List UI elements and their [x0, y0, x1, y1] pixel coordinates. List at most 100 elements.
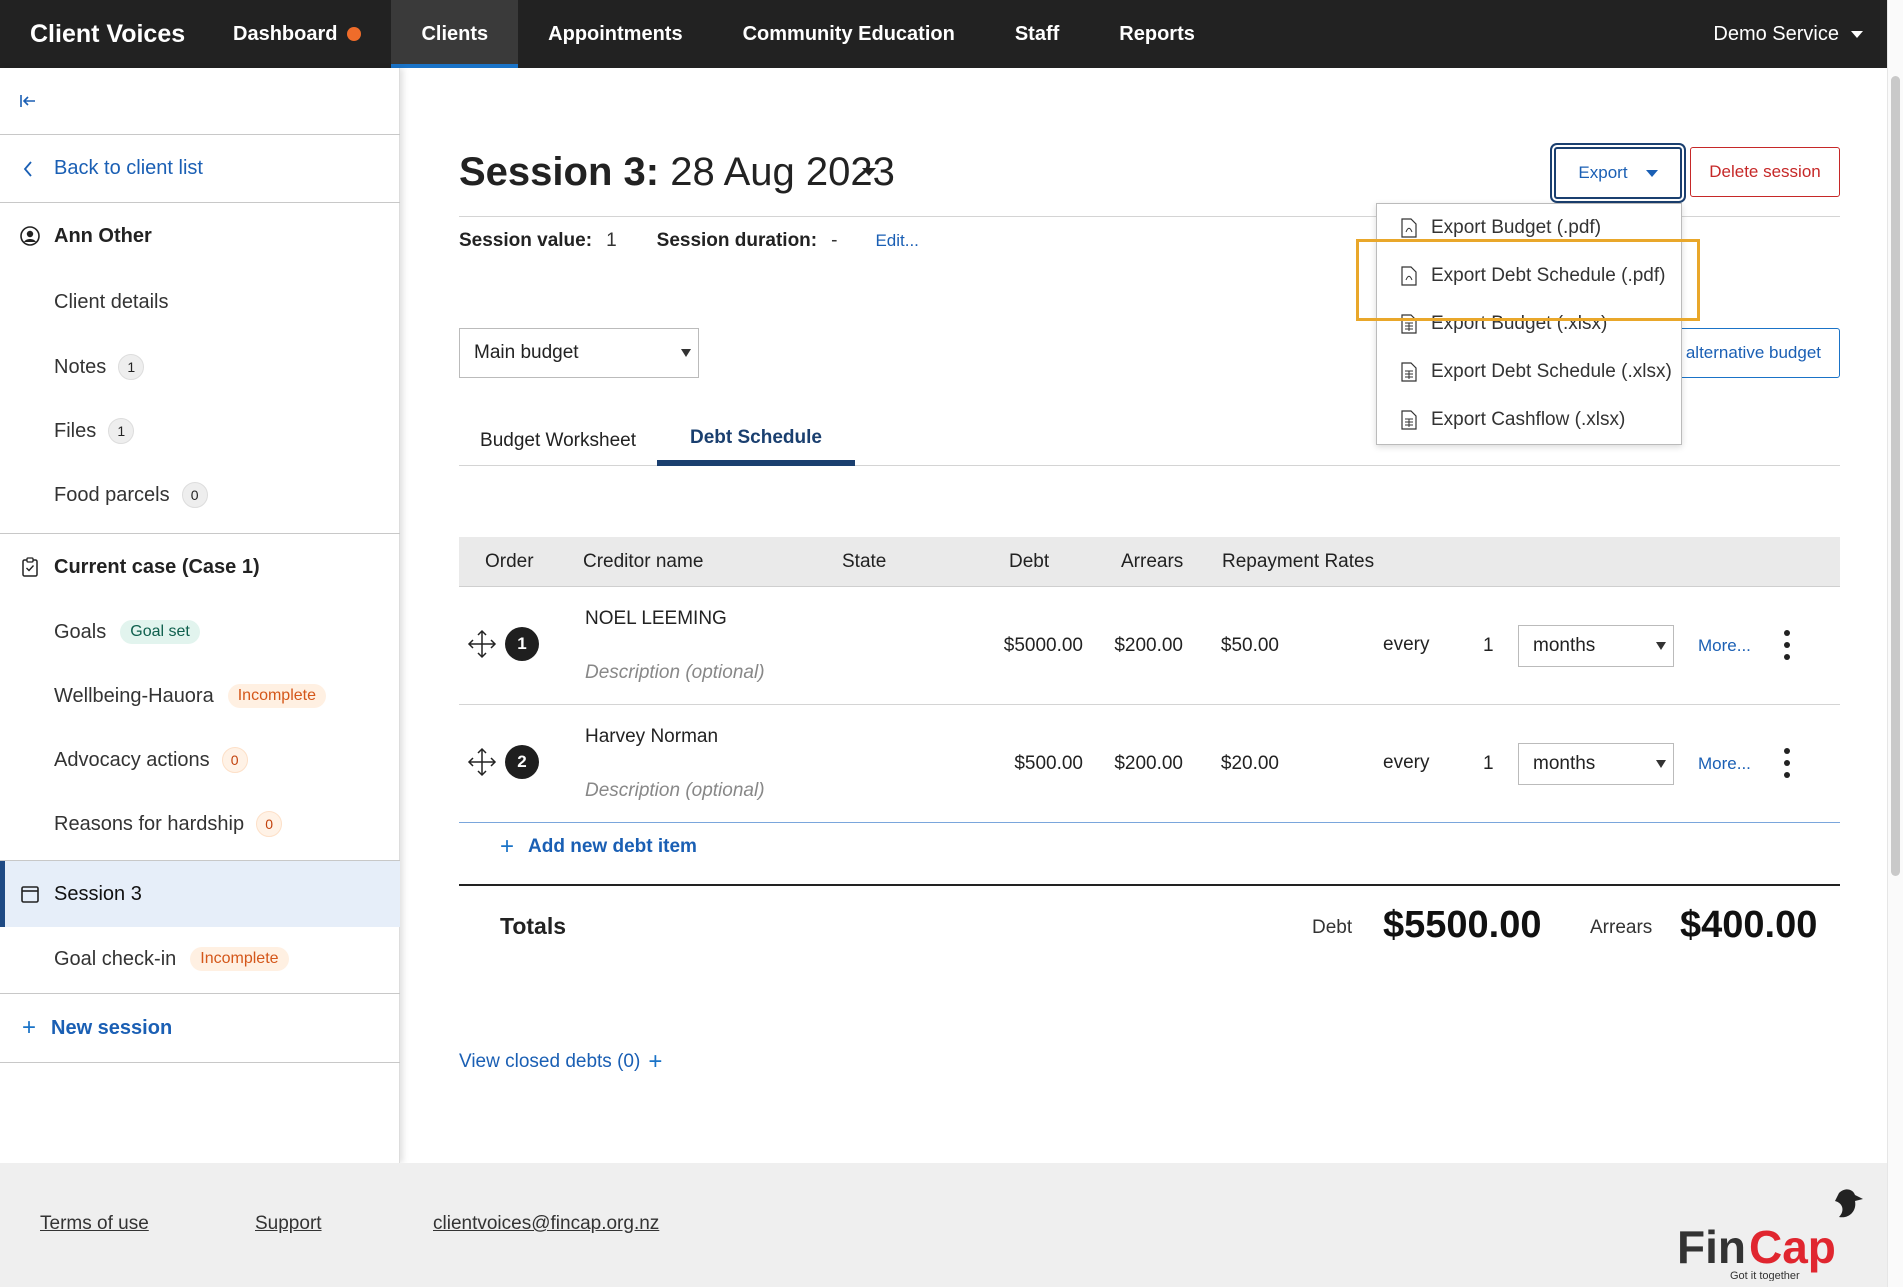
col-arrears: Arrears	[1121, 551, 1184, 572]
current-case-header[interactable]: Current case (Case 1)	[0, 534, 400, 600]
totals-debt-value: $5500.00	[1383, 904, 1542, 946]
frequency-unit-value: months	[1533, 635, 1596, 656]
export-cashflow-xlsx[interactable]: Export Cashflow (.xlsx)	[1377, 396, 1683, 444]
nav-dashboard-label: Dashboard	[233, 22, 338, 45]
frequency-unit-value: months	[1533, 753, 1596, 774]
view-closed-debts-link[interactable]: View closed debts (0) +	[459, 1048, 662, 1076]
food-parcels-count-badge: 0	[181, 482, 208, 508]
page-title: Session 3: 28 Aug 2023	[459, 150, 895, 195]
nav-reports[interactable]: Reports	[1089, 0, 1225, 68]
session-duration: -	[831, 230, 838, 251]
frequency-count[interactable]: 1	[1483, 753, 1494, 775]
arrears-value[interactable]: $200.00	[1099, 635, 1183, 657]
client-header[interactable]: Ann Other	[0, 203, 400, 269]
hardship-count-badge: 0	[256, 811, 283, 837]
new-session-button[interactable]: + New session	[0, 994, 400, 1062]
frequency-count[interactable]: 1	[1483, 635, 1494, 657]
frequency-unit-select[interactable]: months	[1518, 625, 1674, 667]
tab-debt-schedule[interactable]: Debt Schedule	[657, 416, 855, 466]
main-nav: Dashboard Clients Appointments Community…	[203, 0, 1225, 68]
sidebar-item-label: Client details	[54, 290, 169, 313]
drag-handle-icon[interactable]	[467, 629, 497, 659]
nav-dashboard[interactable]: Dashboard	[203, 0, 391, 68]
service-selector[interactable]: Demo Service	[1713, 0, 1863, 68]
email-link[interactable]: clientvoices@fincap.org.nz	[433, 1213, 659, 1235]
creditor-name[interactable]: NOEL LEEMING	[585, 608, 727, 630]
export-button[interactable]: Export	[1552, 145, 1684, 201]
rate-value[interactable]: $50.00	[1199, 635, 1279, 657]
session-date: 28 Aug 2023	[659, 150, 895, 194]
sidebar-item-session-3[interactable]: Session 3	[0, 861, 400, 927]
sidebar-item-label: Wellbeing-Hauora	[54, 684, 214, 707]
sidebar-item-notes[interactable]: Notes 1	[0, 335, 400, 399]
chevron-down-icon	[1851, 30, 1863, 38]
arrears-value[interactable]: $200.00	[1099, 753, 1183, 775]
description-input[interactable]: Description (optional)	[585, 780, 765, 802]
plus-icon: +	[22, 1014, 37, 1041]
svg-text:Got it together: Got it together	[1730, 1270, 1800, 1281]
more-link[interactable]: More...	[1698, 636, 1751, 656]
edit-session-link[interactable]: Edit...	[875, 231, 918, 251]
budget-select[interactable]: Main budget	[459, 328, 699, 378]
nav-appointments-label: Appointments	[548, 22, 683, 45]
collapse-sidebar-button[interactable]	[0, 68, 400, 134]
drag-handle-icon[interactable]	[467, 747, 497, 777]
goals-status-badge: Goal set	[120, 620, 200, 644]
page-scrollbar[interactable]	[1887, 0, 1903, 1287]
more-link[interactable]: More...	[1698, 754, 1751, 774]
sidebar-item-client-details[interactable]: Client details	[0, 269, 400, 335]
support-link[interactable]: Support	[255, 1213, 322, 1235]
nav-appointments[interactable]: Appointments	[518, 0, 712, 68]
nav-staff[interactable]: Staff	[985, 0, 1089, 68]
sidebar-item-wellbeing[interactable]: Wellbeing-Hauora Incomplete	[0, 664, 400, 728]
sidebar-item-advocacy[interactable]: Advocacy actions 0	[0, 728, 400, 792]
sidebar-item-files[interactable]: Files 1	[0, 399, 400, 463]
terms-of-use-link[interactable]: Terms of use	[40, 1213, 149, 1235]
nav-clients-label: Clients	[421, 22, 489, 45]
every-label: every	[1383, 752, 1430, 773]
budget-select-value: Main budget	[474, 342, 579, 363]
tab-budget-worksheet[interactable]: Budget Worksheet	[459, 416, 657, 466]
debt-table-header: Order Creditor name State Debt Arrears R…	[459, 537, 1840, 587]
add-new-debt-item-button[interactable]: + Add new debt item	[500, 833, 697, 861]
export-debt-schedule-xlsx[interactable]: Export Debt Schedule (.xlsx)	[1377, 348, 1683, 396]
notes-count-badge: 1	[118, 354, 145, 380]
col-repayment-rates: Repayment Rates	[1222, 551, 1375, 572]
table-row: 2 Harvey Norman Description (optional) $…	[459, 705, 1840, 823]
nav-community-education[interactable]: Community Education	[713, 0, 985, 68]
session-dropdown-caret-icon[interactable]	[862, 168, 876, 176]
svg-text:Fin: Fin	[1677, 1221, 1746, 1273]
totals-arrears-label: Arrears	[1590, 917, 1653, 938]
frequency-unit-select[interactable]: months	[1518, 743, 1674, 785]
session-duration-label: Session duration:	[656, 230, 818, 251]
sidebar-item-goal-checkin[interactable]: Goal check-in Incomplete	[0, 927, 400, 991]
export-label: Export	[1578, 163, 1628, 182]
row-menu-icon[interactable]	[1782, 748, 1792, 778]
every-label: every	[1383, 634, 1430, 655]
caret-down-icon	[1656, 642, 1666, 650]
debt-value[interactable]: $500.00	[989, 753, 1083, 775]
footer: Terms of use Support clientvoices@fincap…	[0, 1163, 1903, 1287]
chevron-left-icon	[23, 161, 32, 177]
sidebar-item-goals[interactable]: Goals Goal set	[0, 600, 400, 664]
svg-text:Cap: Cap	[1749, 1221, 1836, 1273]
creditor-name[interactable]: Harvey Norman	[585, 726, 718, 748]
scrollbar-thumb[interactable]	[1891, 76, 1900, 876]
sidebar-item-hardship[interactable]: Reasons for hardship 0	[0, 792, 400, 856]
delete-session-button[interactable]: Delete session	[1690, 147, 1840, 197]
row-menu-icon[interactable]	[1782, 630, 1792, 660]
app-title[interactable]: Client Voices	[0, 20, 203, 49]
sidebar-item-food-parcels[interactable]: Food parcels 0	[0, 463, 400, 527]
goal-checkin-status-badge: Incomplete	[190, 947, 289, 971]
rate-value[interactable]: $20.00	[1199, 753, 1279, 775]
tab-label: Debt Schedule	[690, 427, 822, 448]
back-to-client-list[interactable]: Back to client list	[0, 135, 400, 202]
spreadsheet-file-icon	[1401, 362, 1417, 382]
debt-value[interactable]: $5000.00	[989, 635, 1083, 657]
caret-down-icon	[1656, 760, 1666, 768]
collapse-icon	[20, 95, 35, 107]
description-input[interactable]: Description (optional)	[585, 662, 765, 684]
service-name: Demo Service	[1713, 22, 1839, 45]
nav-clients[interactable]: Clients	[391, 0, 519, 68]
chevron-down-icon	[1645, 169, 1658, 177]
